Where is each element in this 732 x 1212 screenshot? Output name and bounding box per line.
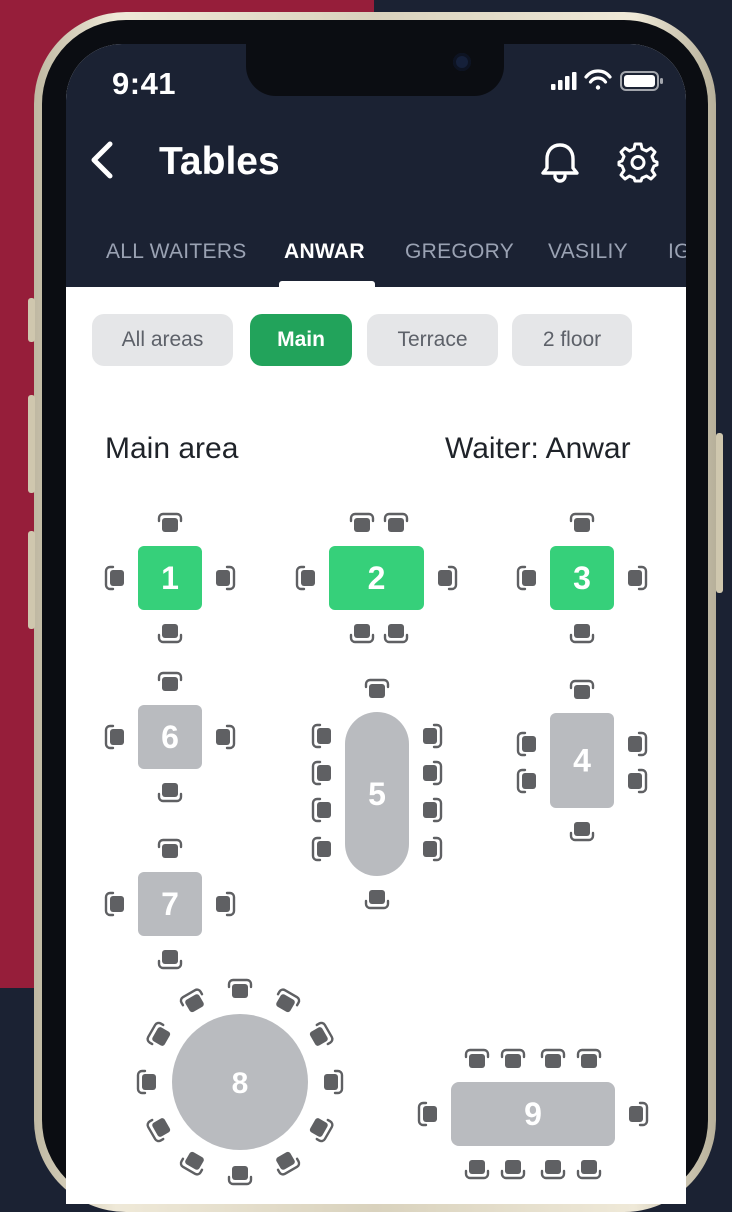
- chair: [311, 836, 331, 862]
- chair: [569, 822, 595, 842]
- chair: [500, 1160, 526, 1180]
- chair: [146, 1118, 171, 1143]
- chair: [423, 836, 443, 862]
- chair: [311, 760, 331, 786]
- chair: [104, 891, 124, 917]
- table-2[interactable]: 2: [295, 512, 458, 644]
- chair: [227, 1166, 253, 1186]
- chair: [569, 512, 595, 532]
- chair: [516, 768, 536, 794]
- chair: [104, 724, 124, 750]
- chair: [157, 838, 183, 858]
- table-number: 9: [524, 1096, 542, 1132]
- chair: [569, 679, 595, 699]
- chair: [423, 760, 443, 786]
- app-screen: 9:41 Tables ALL WAITERS ANWAR GREGORY VA…: [66, 44, 686, 1204]
- chair: [157, 950, 183, 970]
- table-9[interactable]: 9: [417, 1048, 649, 1180]
- chair: [540, 1160, 566, 1180]
- chair: [295, 565, 315, 591]
- chair: [516, 565, 536, 591]
- chair: [438, 565, 458, 591]
- chair: [423, 723, 443, 749]
- chair: [629, 1101, 649, 1127]
- chair: [364, 890, 390, 910]
- chair: [628, 565, 648, 591]
- chair: [383, 624, 409, 644]
- power-button: [716, 433, 723, 593]
- chair: [216, 565, 236, 591]
- table-number: 6: [161, 719, 179, 755]
- table-8[interactable]: 8: [136, 978, 344, 1186]
- chair: [311, 797, 331, 823]
- chair: [500, 1048, 526, 1068]
- table-5[interactable]: 5: [311, 678, 443, 910]
- chair: [157, 671, 183, 691]
- chair: [324, 1069, 344, 1095]
- table-number: 8: [232, 1067, 249, 1100]
- chair: [276, 988, 301, 1013]
- chair: [383, 512, 409, 532]
- volume-up-button: [28, 395, 35, 493]
- chair: [216, 891, 236, 917]
- chair: [576, 1160, 602, 1180]
- chair: [349, 512, 375, 532]
- chair: [349, 624, 375, 644]
- chair: [157, 512, 183, 532]
- chair: [628, 768, 648, 794]
- chair: [136, 1069, 156, 1095]
- mute-switch: [28, 298, 35, 342]
- floor-plan: 1 2 3 6 5 4 7 8 9: [104, 512, 649, 1186]
- chair: [104, 565, 124, 591]
- chair: [146, 1021, 171, 1046]
- chair: [309, 1118, 334, 1143]
- table-number: 5: [368, 776, 386, 812]
- chair: [157, 783, 183, 803]
- chair: [227, 978, 253, 998]
- table-3[interactable]: 3: [516, 512, 648, 644]
- chair: [423, 797, 443, 823]
- table-6[interactable]: 6: [104, 671, 236, 803]
- table-1[interactable]: 1: [104, 512, 236, 644]
- chair: [516, 731, 536, 757]
- chair: [364, 678, 390, 698]
- chair: [628, 731, 648, 757]
- chair: [311, 723, 331, 749]
- chair: [216, 724, 236, 750]
- volume-down-button: [28, 531, 35, 629]
- table-7[interactable]: 7: [104, 838, 236, 970]
- chair: [179, 988, 204, 1013]
- chair: [179, 1151, 204, 1176]
- chair: [464, 1048, 490, 1068]
- chair: [417, 1101, 437, 1127]
- chair: [157, 624, 183, 644]
- chair: [569, 624, 595, 644]
- chair: [309, 1021, 334, 1046]
- table-number: 3: [573, 560, 591, 596]
- chair: [276, 1151, 301, 1176]
- chair: [464, 1160, 490, 1180]
- table-4[interactable]: 4: [516, 679, 648, 842]
- chair: [576, 1048, 602, 1068]
- table-number: 4: [573, 743, 591, 779]
- chair: [540, 1048, 566, 1068]
- table-number: 7: [161, 886, 179, 922]
- table-number: 2: [368, 560, 386, 596]
- table-number: 1: [161, 560, 179, 596]
